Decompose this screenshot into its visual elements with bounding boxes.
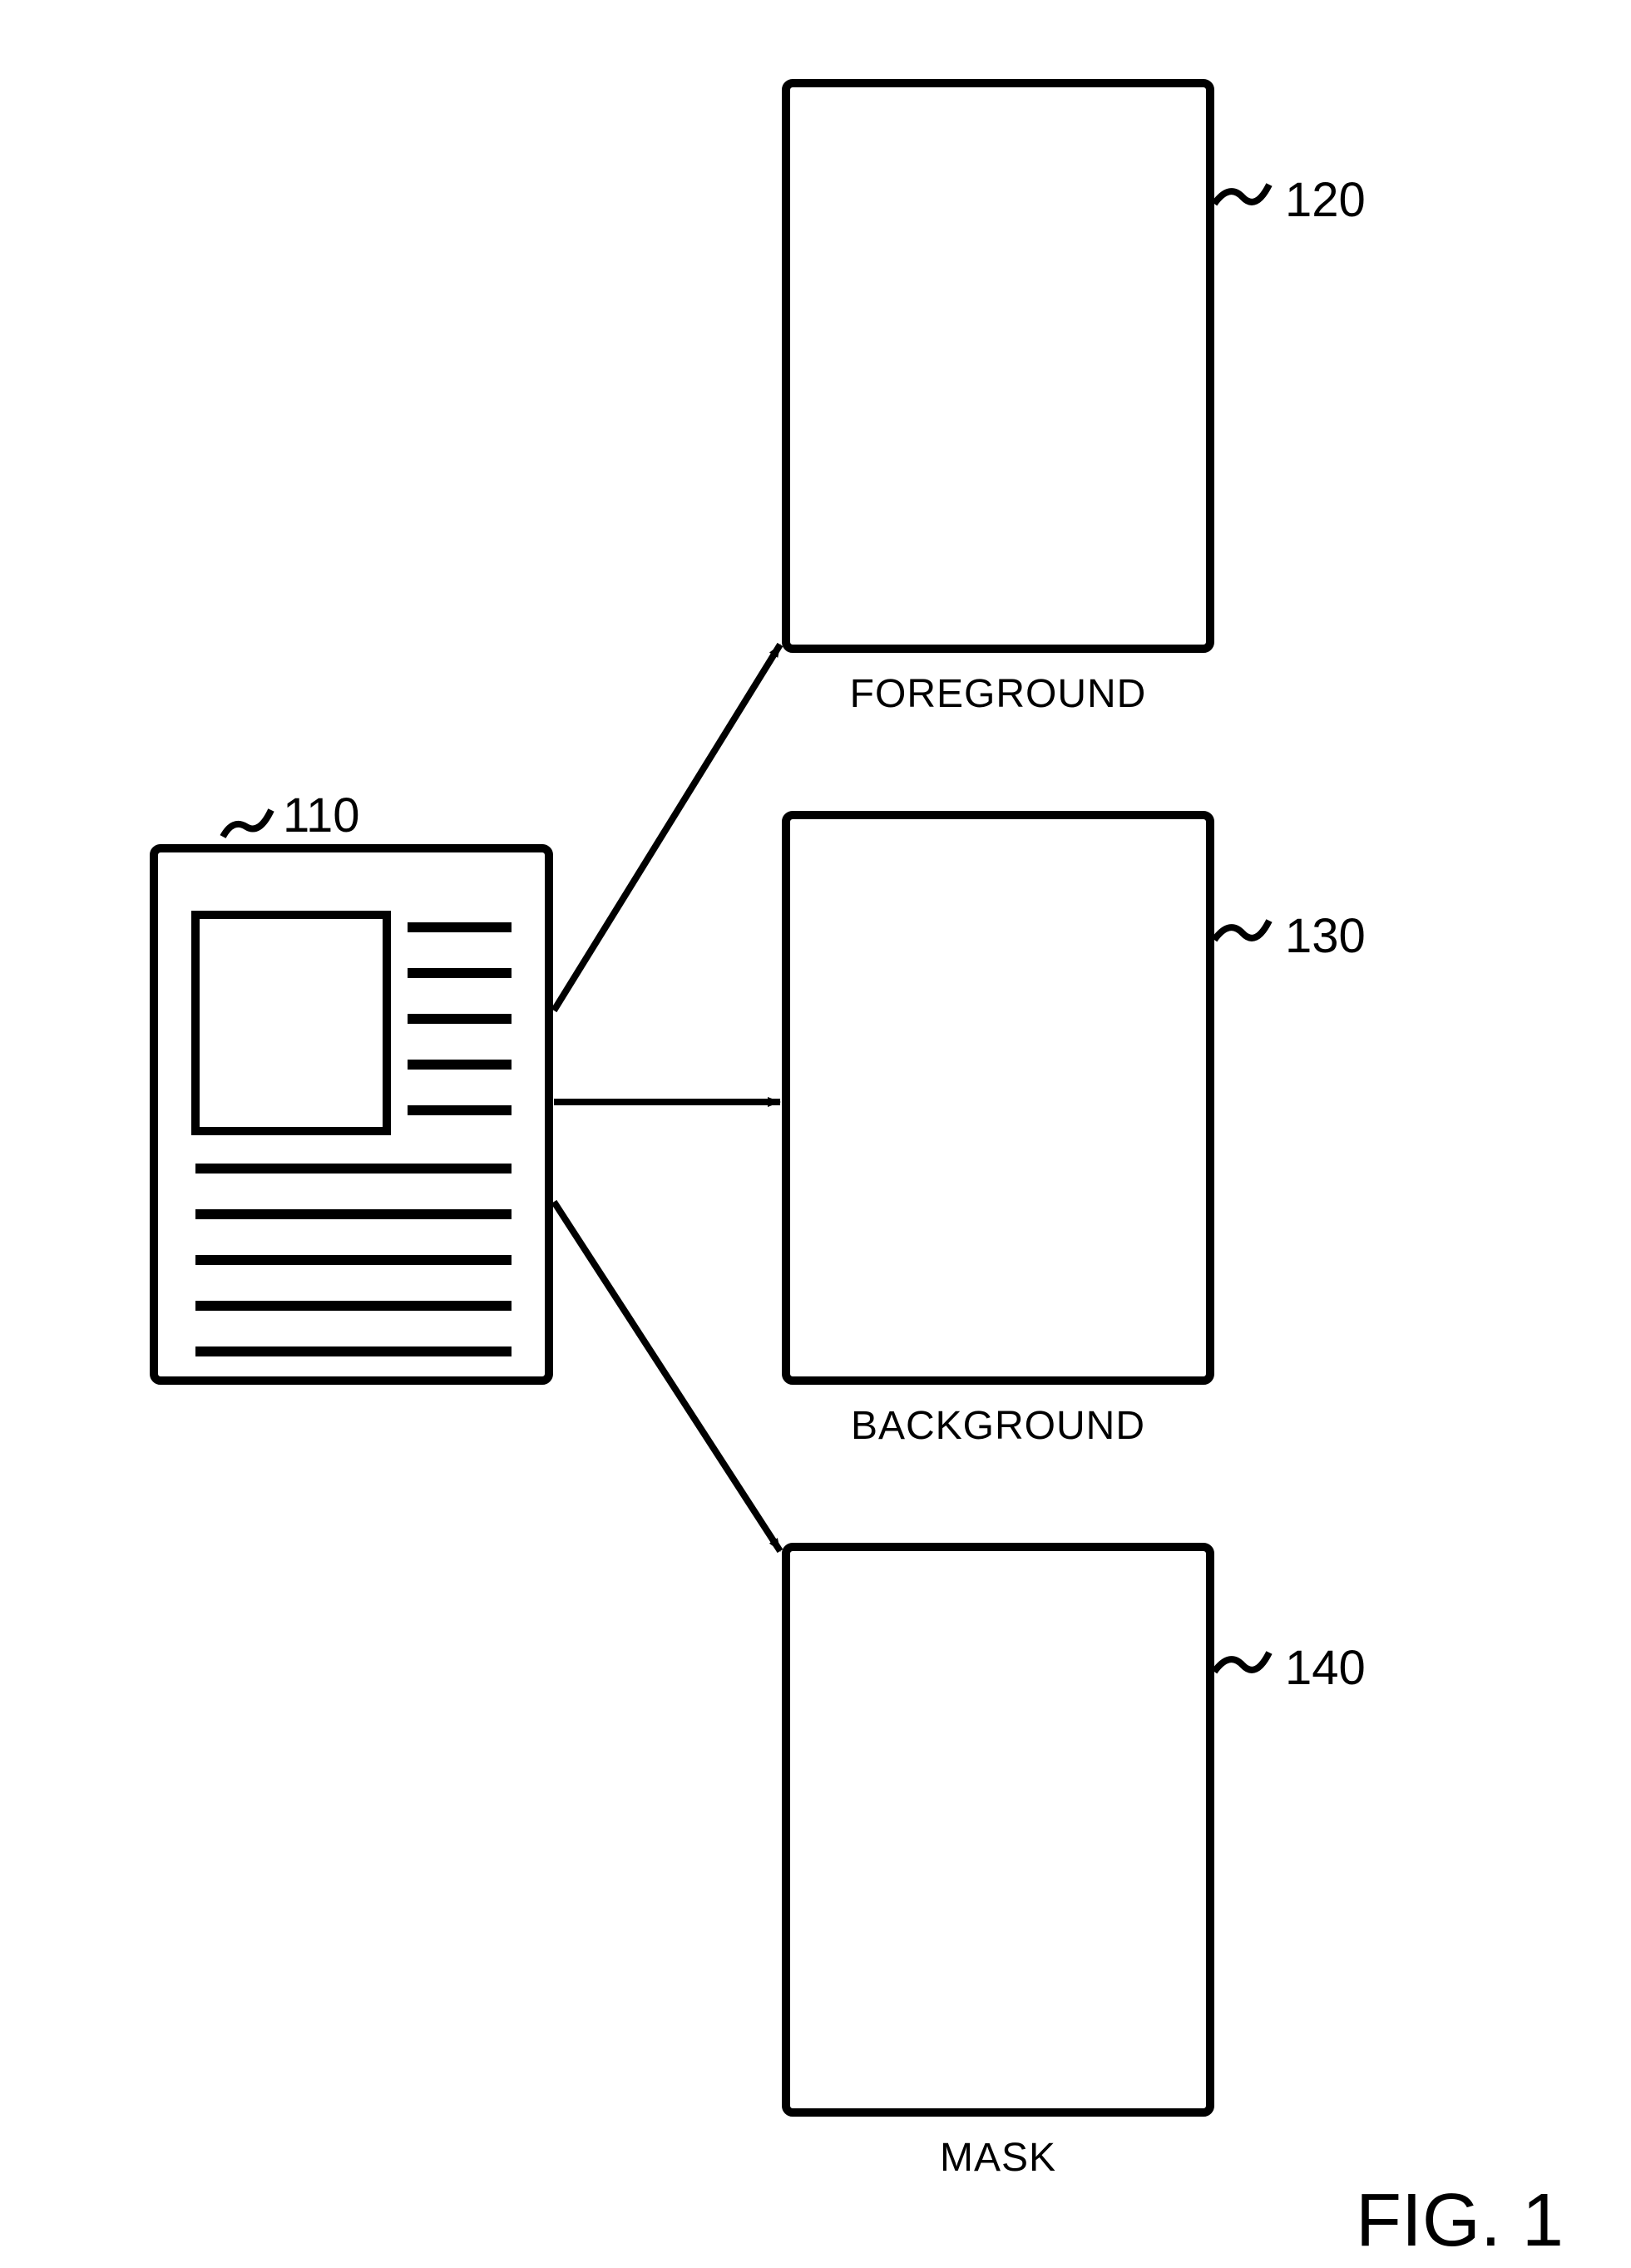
ref-leader-background [1214,921,1269,940]
foreground-box [786,83,1210,649]
figure-label: FIG. 1 [1356,2179,1564,2262]
background-box [786,815,1210,1381]
mask-box [786,1547,1210,2112]
ref-leader-mask [1214,1653,1269,1672]
arrow-to-foreground [554,645,780,1010]
ref-leader-source [223,810,271,837]
label-background: BACKGROUND [851,1404,1145,1448]
ref-label-mask: 140 [1285,1641,1366,1695]
source-document [154,848,549,1381]
ref-label-source: 110 [283,788,359,842]
diagram-svg: 110 120 FOREGROUND 130 BACKGROUND 140 MA… [0,0,1631,2268]
arrow-to-mask [554,1202,780,1551]
label-foreground: FOREGROUND [850,672,1147,716]
ref-label-foreground: 120 [1285,173,1366,227]
ref-label-background: 130 [1285,909,1366,963]
label-mask: MASK [940,2136,1056,2180]
ref-leader-foreground [1214,185,1269,204]
